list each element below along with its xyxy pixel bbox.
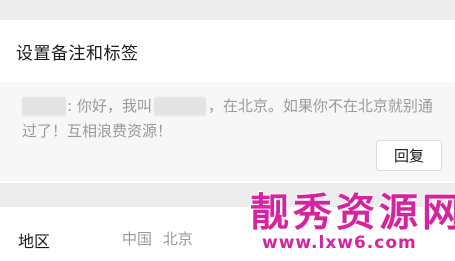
reply-button[interactable]: 回复: [376, 140, 442, 171]
region-label: 地区: [18, 232, 51, 251]
verification-message: : 你好，我叫 ，在北京。如果你不在北京就别通过了！互相浪费资源！: [22, 94, 442, 144]
watermark-url: www.lxw6.com: [262, 233, 417, 253]
region-value: 中国 北京: [122, 230, 193, 248]
message-part-1: : 你好，我叫: [67, 97, 152, 115]
redacted-name: [153, 97, 206, 116]
section-title: 设置备注和标签: [16, 44, 139, 64]
watermark-logo: 靓秀资源网: [250, 191, 455, 236]
top-spacer: [0, 0, 455, 20]
redacted-name: [22, 97, 66, 116]
